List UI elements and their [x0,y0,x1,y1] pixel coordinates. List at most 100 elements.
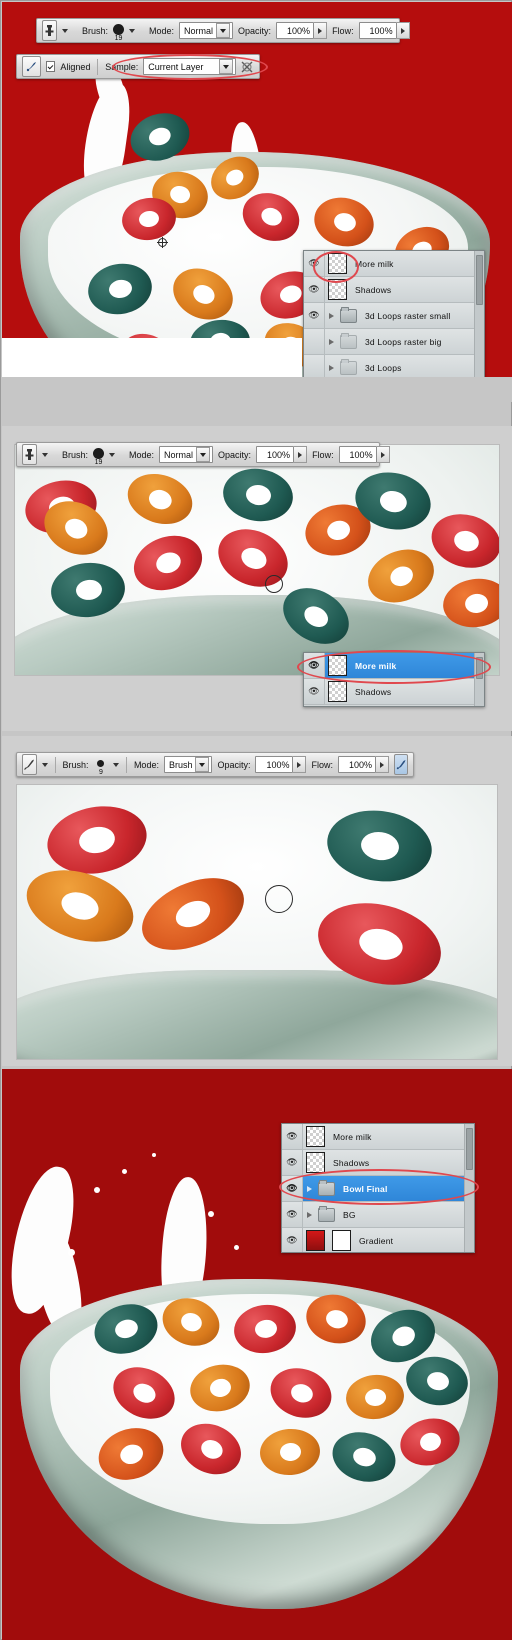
layers-panel-2[interactable]: 👁 More milk 👁 Shadows [303,652,485,707]
flow-stepper[interactable]: 100% [358,22,410,39]
brush-preview[interactable]: 19 [93,444,105,466]
screenshot-root: Brush: 19 Mode: Normal Opacity: 100% Flo… [0,0,512,1640]
options-bar-brush[interactable]: Brush: 9 Mode: Brush Opacity: 100% Flow:… [16,752,414,777]
tool-preset-chevron-icon[interactable] [42,755,48,774]
layer-row-3d-loops-raster-small[interactable]: 👁 3d Loops raster small [304,303,484,329]
opacity-stepper[interactable]: 100% [256,446,308,463]
airbrush-toggle-icon[interactable] [394,754,408,775]
opacity-spinner-icon[interactable] [314,22,328,39]
layer-thumbnail[interactable] [306,1126,325,1147]
opacity-spinner-icon[interactable] [293,756,307,773]
layer-name: 3d Loops [365,362,402,373]
expand-group-icon[interactable] [325,338,337,345]
expand-group-icon[interactable] [325,312,337,319]
aligned-checkbox[interactable] [46,61,56,72]
layer-mask-thumbnail[interactable] [332,1230,351,1251]
flow-value[interactable]: 100% [358,22,397,39]
options-bar-clone-stamp-2[interactable]: Brush: 19 Mode: Normal Opacity: 100% Flo… [16,442,390,467]
flow-stepper[interactable]: 100% [338,756,389,773]
layer-row-shadows[interactable]: 👁 Shadows [282,1150,474,1176]
group-folder-icon[interactable] [340,306,357,325]
layer-row-more-milk[interactable]: 👁 More milk [304,251,484,277]
layer-thumbnail[interactable] [328,279,347,300]
tool-preset-chevron-icon[interactable] [42,445,48,464]
panel-scrollbar[interactable] [464,1124,474,1252]
layer-row-more-milk[interactable]: 👁 More milk [282,1124,474,1150]
blend-mode-select[interactable]: Brush [163,756,213,773]
step-4-pane: 👁 More milk 👁 Shadows 👁 Bowl Final 👁 BG [2,1069,512,1640]
options-bar-clone-stamp[interactable]: Brush: 19 Mode: Normal Opacity: 100% Flo… [36,18,410,43]
layer-thumbnail[interactable] [328,253,347,274]
layer-thumbnail[interactable] [328,681,347,702]
milk-droplet [152,1153,156,1157]
flow-stepper[interactable]: 100% [338,446,390,463]
layers-panel-4[interactable]: 👁 More milk 👁 Shadows 👁 Bowl Final 👁 BG [281,1123,475,1253]
visibility-toggle[interactable]: 👁 [282,1202,303,1227]
opacity-value[interactable]: 100% [276,22,315,39]
clone-stamp-icon[interactable] [42,20,57,41]
pane-separator-gray [2,377,512,402]
layer-name: More milk [355,660,397,671]
brush-preview[interactable]: 19 [113,20,125,42]
sample-select[interactable]: Current Layer [143,58,236,75]
visibility-toggle[interactable]: 👁 [282,1124,303,1149]
expand-group-icon[interactable] [303,1185,315,1192]
visibility-toggle[interactable]: 👁 [304,277,325,302]
visibility-toggle[interactable]: 👁 [282,1228,303,1252]
brush-chevron-icon[interactable] [109,445,116,464]
panel-scrollbar[interactable] [474,251,484,398]
opacity-value[interactable]: 100% [255,756,294,773]
group-folder-icon[interactable] [318,1205,335,1224]
brush-cursor [265,575,283,593]
airbrush-icon[interactable] [22,56,42,77]
layer-row-bg[interactable]: 👁 BG [282,1202,474,1228]
layer-name: 3d Loops raster small [365,310,451,321]
opacity-spinner-icon[interactable] [294,446,308,463]
eye-icon: 👁 [286,1235,298,1245]
flow-spinner-icon[interactable] [396,22,410,39]
layer-row-shadows[interactable]: 👁 Shadows [304,277,484,303]
brush-chevron-icon[interactable] [113,755,120,774]
brush-chevron-icon[interactable] [129,21,136,40]
flow-value[interactable]: 100% [338,446,377,463]
flow-spinner-icon[interactable] [376,756,389,773]
panel-scrollbar[interactable] [474,653,484,706]
opacity-stepper[interactable]: 100% [255,756,307,773]
opacity-stepper[interactable]: 100% [276,22,328,39]
layer-row-gradient[interactable]: 👁 Gradient [282,1228,474,1252]
brush-preview[interactable]: 9 [94,754,109,776]
layer-thumbnail[interactable] [328,655,347,676]
clone-stamp-icon[interactable] [22,444,37,465]
layer-row-shadows[interactable]: 👁 Shadows [304,679,484,705]
layer-row-more-milk[interactable]: 👁 More milk [304,653,484,679]
ignore-adjustment-layers-icon[interactable] [241,59,254,75]
layer-row-bowl-final[interactable]: 👁 Bowl Final [282,1176,474,1202]
visibility-toggle[interactable]: 👁 [282,1176,303,1201]
flow-label: Flow: [312,449,334,460]
opacity-value[interactable]: 100% [256,446,295,463]
aligned-label: Aligned [60,61,91,72]
group-folder-icon[interactable] [318,1179,335,1198]
sample-label: Sample: [105,61,139,72]
group-folder-icon[interactable] [340,332,357,351]
visibility-toggle[interactable]: 👁 [304,329,325,354]
visibility-toggle[interactable]: 👁 [282,1150,303,1175]
tool-preset-chevron-icon[interactable] [62,21,68,40]
layer-thumbnail[interactable] [306,1152,325,1173]
layer-name: More milk [355,258,394,269]
expand-group-icon[interactable] [325,364,337,371]
layer-row-3d-loops-raster-big[interactable]: 👁 3d Loops raster big [304,329,484,355]
visibility-toggle[interactable]: 👁 [304,251,325,276]
blend-mode-select[interactable]: Normal [159,446,214,463]
flow-value[interactable]: 100% [338,756,376,773]
expand-group-icon[interactable] [303,1211,315,1218]
brush-icon[interactable] [22,754,37,775]
options-bar-sample[interactable]: Aligned Sample: Current Layer [16,54,260,79]
group-folder-icon[interactable] [340,358,357,377]
layer-thumbnail-color[interactable] [306,1230,325,1251]
visibility-toggle[interactable]: 👁 [304,303,325,328]
visibility-toggle[interactable]: 👁 [304,679,325,704]
blend-mode-select[interactable]: Normal [179,22,234,39]
flow-spinner-icon[interactable] [376,446,390,463]
visibility-toggle[interactable]: 👁 [304,653,325,678]
